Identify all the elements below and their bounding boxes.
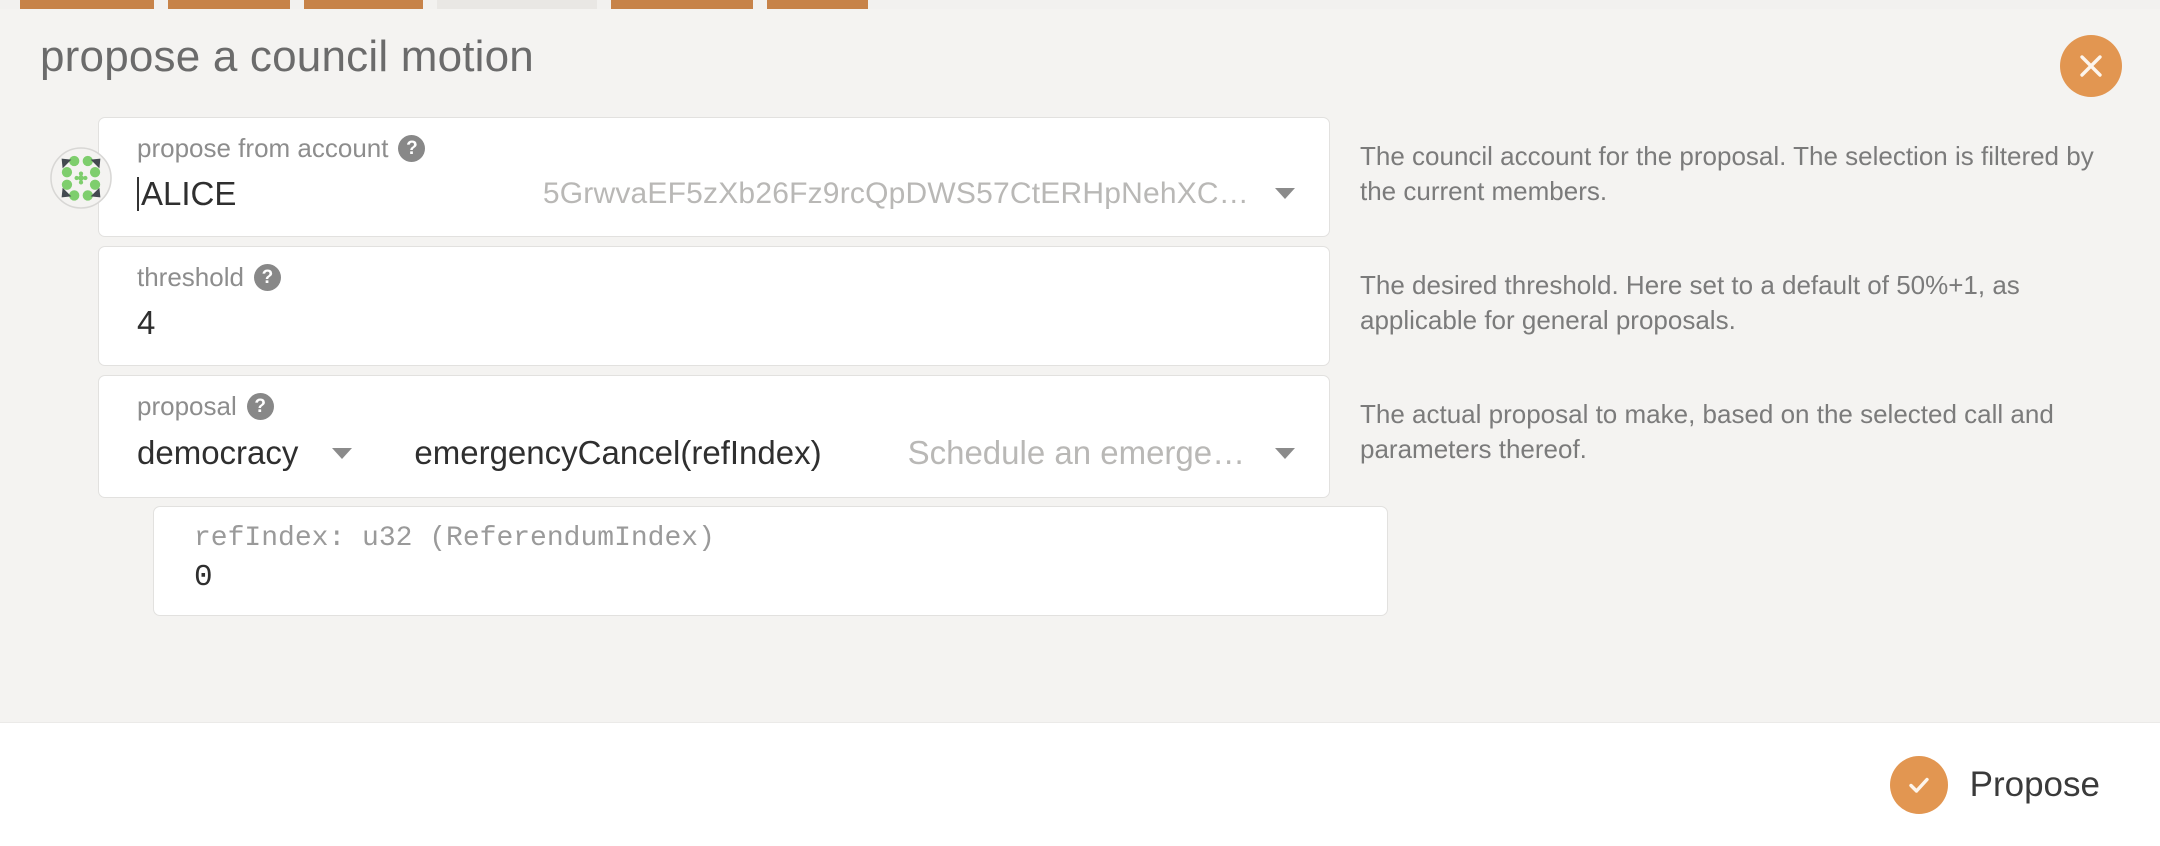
- nav-item-accounts[interactable]: Accounts: [20, 0, 155, 9]
- nav-item-label: Settings: [783, 0, 852, 1]
- proposal-row: proposal ? democracy emergencyCancel(ref…: [40, 374, 2120, 617]
- refindex-param-input[interactable]: 0: [194, 560, 1353, 595]
- threshold-left: threshold ? 4: [40, 245, 1330, 366]
- threshold-hint: The desired threshold. Here set to a def…: [1360, 269, 2020, 335]
- proposal-label: proposal: [137, 390, 237, 421]
- refindex-param-field[interactable]: refIndex: u32 (ReferendumIndex) 0: [153, 506, 1388, 617]
- check-icon: [1889, 755, 1948, 814]
- help-icon[interactable]: ?: [246, 392, 274, 420]
- modal-footer: Propose: [0, 722, 2160, 846]
- threshold-value-row: 4: [137, 299, 1295, 347]
- propose-button-label: Propose: [1969, 765, 2100, 804]
- nav-item-label: Developer: [627, 0, 714, 1]
- propose-council-motion-modal: propose a council motion propose from ac…: [0, 9, 2160, 846]
- threshold-label: threshold: [137, 261, 244, 292]
- text-cursor: [137, 176, 139, 211]
- method-description: Schedule an emergency cance…: [907, 434, 1253, 472]
- proposal-params: refIndex: u32 (ReferendumIndex) 0: [98, 506, 1388, 617]
- help-icon[interactable]: ?: [253, 264, 281, 292]
- chevron-down-icon[interactable]: [1275, 188, 1295, 200]
- nav-item-label: Addresses: [184, 0, 274, 1]
- propose-button[interactable]: Propose: [1889, 755, 2100, 814]
- propose-from-account-field[interactable]: propose from account ? ALICE 5GrwvaEF5zX…: [98, 117, 1330, 237]
- nav-item-label: Staking: [320, 0, 383, 1]
- identicon-avatar: [50, 147, 112, 209]
- page-title: propose a council motion: [40, 32, 534, 81]
- refindex-param-label: refIndex: u32 (ReferendumIndex): [194, 523, 715, 555]
- account-name-input[interactable]: ALICE: [141, 174, 236, 214]
- threshold-row: threshold ? 4 The desired threshold. Her…: [40, 245, 2120, 366]
- method-select-value[interactable]: emergencyCancel(refIndex): [414, 434, 821, 472]
- threshold-input[interactable]: 4: [137, 303, 155, 343]
- propose-from-account-hint: The council account for the proposal. Th…: [1360, 141, 2094, 207]
- nav-item-governance[interactable]: Governance: [437, 0, 597, 9]
- account-address: 5GrwvaEF5zXb26Fz9rcQpDWS57CtERHpNehXC…: [542, 176, 1249, 210]
- proposal-field[interactable]: proposal ? democracy emergencyCancel(ref…: [98, 374, 1330, 499]
- chevron-down-icon[interactable]: [1275, 447, 1295, 459]
- propose-from-account-row: propose from account ? ALICE 5GrwvaEF5zX…: [40, 117, 2120, 237]
- nav-bar: Accounts Addresses Staking Governance De…: [0, 0, 2160, 9]
- chevron-down-icon[interactable]: [332, 447, 353, 459]
- close-button[interactable]: [2060, 35, 2122, 97]
- threshold-field[interactable]: threshold ? 4: [98, 245, 1330, 366]
- propose-from-account-left: propose from account ? ALICE 5GrwvaEF5zX…: [40, 117, 1330, 237]
- background-nav-strip: Accounts Addresses Staking Governance De…: [0, 0, 2160, 9]
- modal-header: propose a council motion: [0, 9, 2160, 117]
- close-icon: [2080, 55, 2102, 77]
- nav-item-staking[interactable]: Staking: [303, 0, 424, 9]
- nav-item-developer[interactable]: Developer: [610, 0, 754, 9]
- proposal-label-row: proposal ?: [137, 390, 1295, 424]
- proposal-hint: The actual proposal to make, based on th…: [1360, 398, 2054, 464]
- proposal-selector-row: democracy emergencyCancel(refIndex) Sche…: [137, 427, 1295, 479]
- nav-item-label: Accounts: [36, 0, 114, 1]
- nav-item-settings[interactable]: Settings: [767, 0, 869, 9]
- nav-item-addresses[interactable]: Addresses: [168, 0, 290, 9]
- propose-from-account-value-row: ALICE 5GrwvaEF5zXb26Fz9rcQpDWS57CtERHpNe…: [137, 170, 1295, 218]
- propose-from-account-label-row: propose from account ?: [137, 132, 1295, 166]
- help-icon[interactable]: ?: [398, 135, 426, 163]
- module-select-value: democracy: [137, 434, 299, 472]
- module-select[interactable]: democracy: [137, 434, 353, 472]
- nav-item-label: Governance: [453, 0, 557, 1]
- propose-from-account-label: propose from account: [137, 133, 389, 163]
- proposal-left: proposal ? democracy emergencyCancel(ref…: [40, 374, 1388, 617]
- threshold-label-row: threshold ?: [137, 261, 1295, 295]
